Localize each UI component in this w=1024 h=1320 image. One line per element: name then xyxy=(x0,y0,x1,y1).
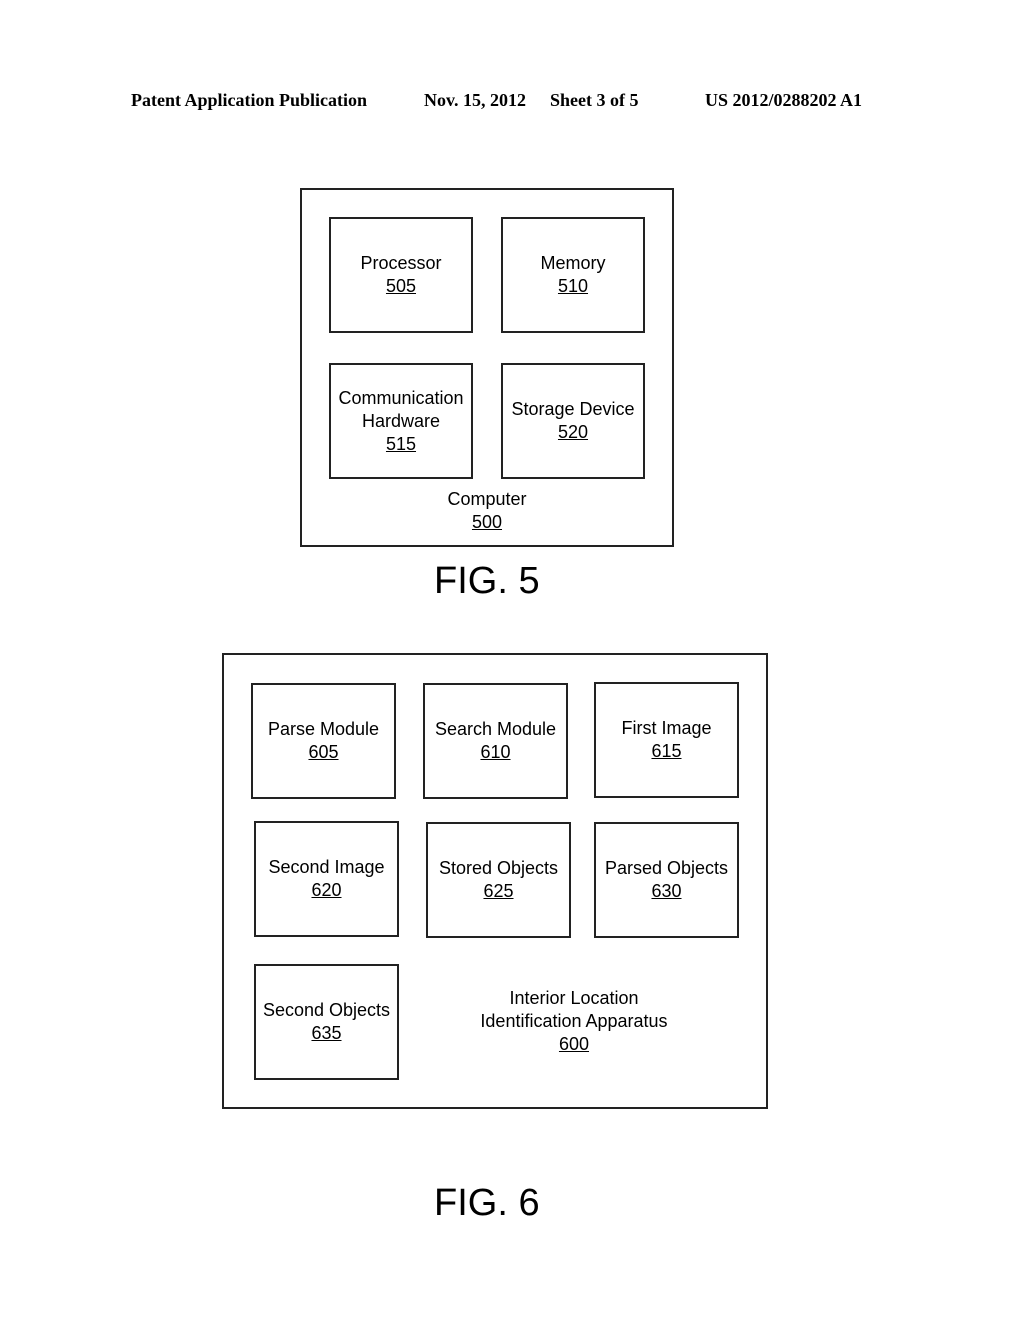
computer-caption: Computer 500 xyxy=(387,488,587,534)
box-label: Second Objects xyxy=(262,1000,391,1020)
ref-number: 500 xyxy=(471,512,503,532)
box-label: Parse Module xyxy=(267,719,380,739)
storage-device-box: Storage Device 520 xyxy=(501,363,645,479)
communication-hardware-box: Communication Hardware 515 xyxy=(329,363,473,479)
box-label: Memory xyxy=(540,253,606,273)
ref-number: 635 xyxy=(311,1023,342,1043)
apparatus-caption: Interior Location Identification Apparat… xyxy=(444,987,704,1056)
ref-number: 600 xyxy=(558,1034,590,1054)
publication-type: Patent Application Publication xyxy=(131,90,368,110)
box-label: Communication xyxy=(338,387,464,408)
ref-number: 615 xyxy=(651,741,682,761)
ref-number: 625 xyxy=(483,881,514,901)
first-image-box: First Image 615 xyxy=(594,682,739,798)
patent-number: US 2012/0288202 A1 xyxy=(705,90,863,110)
box-label: Storage Device xyxy=(511,399,635,419)
search-module-box: Search Module 610 xyxy=(423,683,568,799)
sheet-number: Sheet 3 of 5 xyxy=(550,90,639,110)
box-label: Second Image xyxy=(268,857,385,877)
ref-number: 515 xyxy=(385,433,417,454)
second-objects-box: Second Objects 635 xyxy=(254,964,399,1080)
ref-number: 505 xyxy=(385,276,417,296)
container-label: Identification Apparatus xyxy=(480,1011,668,1031)
second-image-box: Second Image 620 xyxy=(254,821,399,937)
processor-box: Processor 505 xyxy=(329,217,473,333)
box-label: Hardware xyxy=(361,410,441,431)
memory-box: Memory 510 xyxy=(501,217,645,333)
ref-number: 510 xyxy=(557,276,589,296)
box-label: Parsed Objects xyxy=(604,858,729,878)
publication-date: Nov. 15, 2012 xyxy=(424,90,527,110)
ref-number: 610 xyxy=(480,742,511,762)
parse-module-box: Parse Module 605 xyxy=(251,683,396,799)
box-label: Processor xyxy=(360,253,442,273)
box-label: Stored Objects xyxy=(438,858,559,878)
fig5-label: FIG. 5 xyxy=(434,560,540,602)
ref-number: 605 xyxy=(308,742,339,762)
ref-number: 620 xyxy=(311,880,342,900)
ref-number: 520 xyxy=(557,422,589,442)
container-label: Interior Location xyxy=(509,988,639,1008)
container-label: Computer xyxy=(447,489,527,509)
parsed-objects-box: Parsed Objects 630 xyxy=(594,822,739,938)
box-label: Search Module xyxy=(434,719,557,739)
box-label: First Image xyxy=(621,718,712,738)
ref-number: 630 xyxy=(651,881,682,901)
stored-objects-box: Stored Objects 625 xyxy=(426,822,571,938)
fig6-label: FIG. 6 xyxy=(434,1182,540,1224)
